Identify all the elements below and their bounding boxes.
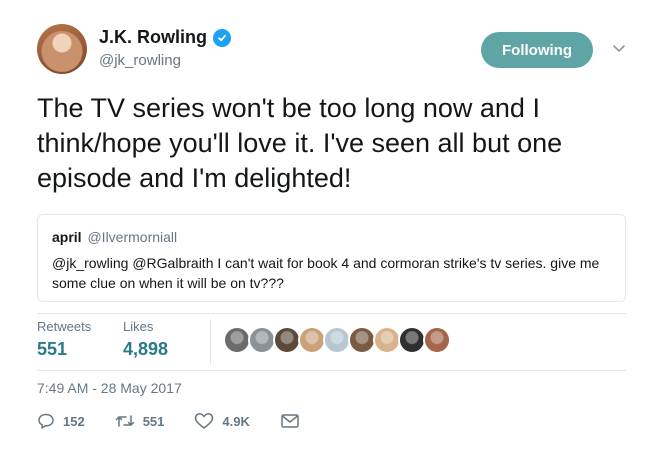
liker-avatar[interactable] — [398, 326, 426, 354]
avatar[interactable] — [37, 24, 87, 74]
envelope-icon — [280, 413, 300, 429]
tweet-timestamp[interactable]: 7:49 AM - 28 May 2017 — [37, 380, 182, 396]
quoted-author-handle: @Ilvermorniall — [87, 229, 178, 245]
stats-separator — [210, 319, 211, 365]
following-button[interactable]: Following — [481, 32, 593, 68]
chevron-down-icon[interactable] — [611, 40, 627, 56]
author-handle[interactable]: @jk_rowling — [99, 52, 181, 69]
tweet-header: J.K. Rowling @jk_rowling Following — [37, 24, 637, 80]
liker-avatars — [223, 326, 451, 354]
liker-avatar[interactable] — [373, 326, 401, 354]
retweets-value: 551 — [37, 339, 68, 359]
likes-stat[interactable]: Likes 4,898 — [123, 319, 168, 360]
direct-message-button[interactable] — [280, 413, 300, 429]
retweet-count: 551 — [142, 413, 165, 429]
likes-value: 4,898 — [123, 339, 169, 359]
tweet-text: The TV series won't be too long now and … — [37, 93, 563, 194]
likes-label: Likes — [123, 319, 154, 334]
liker-avatar[interactable] — [298, 326, 326, 354]
author-name-row: J.K. Rowling — [99, 27, 231, 48]
liker-avatar[interactable] — [273, 326, 301, 354]
liker-avatar[interactable] — [423, 326, 451, 354]
quoted-author-name: april — [52, 229, 82, 245]
like-button[interactable]: 4.9K — [194, 412, 250, 430]
retweets-label: Retweets — [37, 319, 92, 334]
divider — [37, 370, 626, 371]
liker-avatar[interactable] — [223, 326, 251, 354]
liker-avatar[interactable] — [323, 326, 351, 354]
retweet-icon — [115, 412, 135, 430]
heart-icon — [194, 412, 214, 430]
retweet-button[interactable]: 551 — [115, 412, 165, 430]
liker-avatar[interactable] — [348, 326, 376, 354]
quoted-tweet-header: april @Ilvermorniall — [52, 229, 611, 245]
reply-icon — [37, 412, 55, 430]
tweet-actions: 152 551 4.9K — [37, 412, 330, 430]
quoted-tweet[interactable]: april @Ilvermorniall @jk_rowling @RGalbr… — [37, 214, 626, 302]
verified-badge-icon — [213, 28, 231, 47]
author-name[interactable]: J.K. Rowling — [99, 27, 207, 48]
retweets-stat[interactable]: Retweets 551 — [37, 319, 91, 360]
quoted-tweet-text: @jk_rowling @RGalbraith I can't wait for… — [52, 255, 600, 292]
reply-button[interactable]: 152 — [37, 412, 85, 430]
like-count: 4.9K — [222, 413, 250, 429]
divider — [37, 313, 626, 314]
reply-count: 152 — [63, 413, 85, 429]
liker-avatar[interactable] — [248, 326, 276, 354]
